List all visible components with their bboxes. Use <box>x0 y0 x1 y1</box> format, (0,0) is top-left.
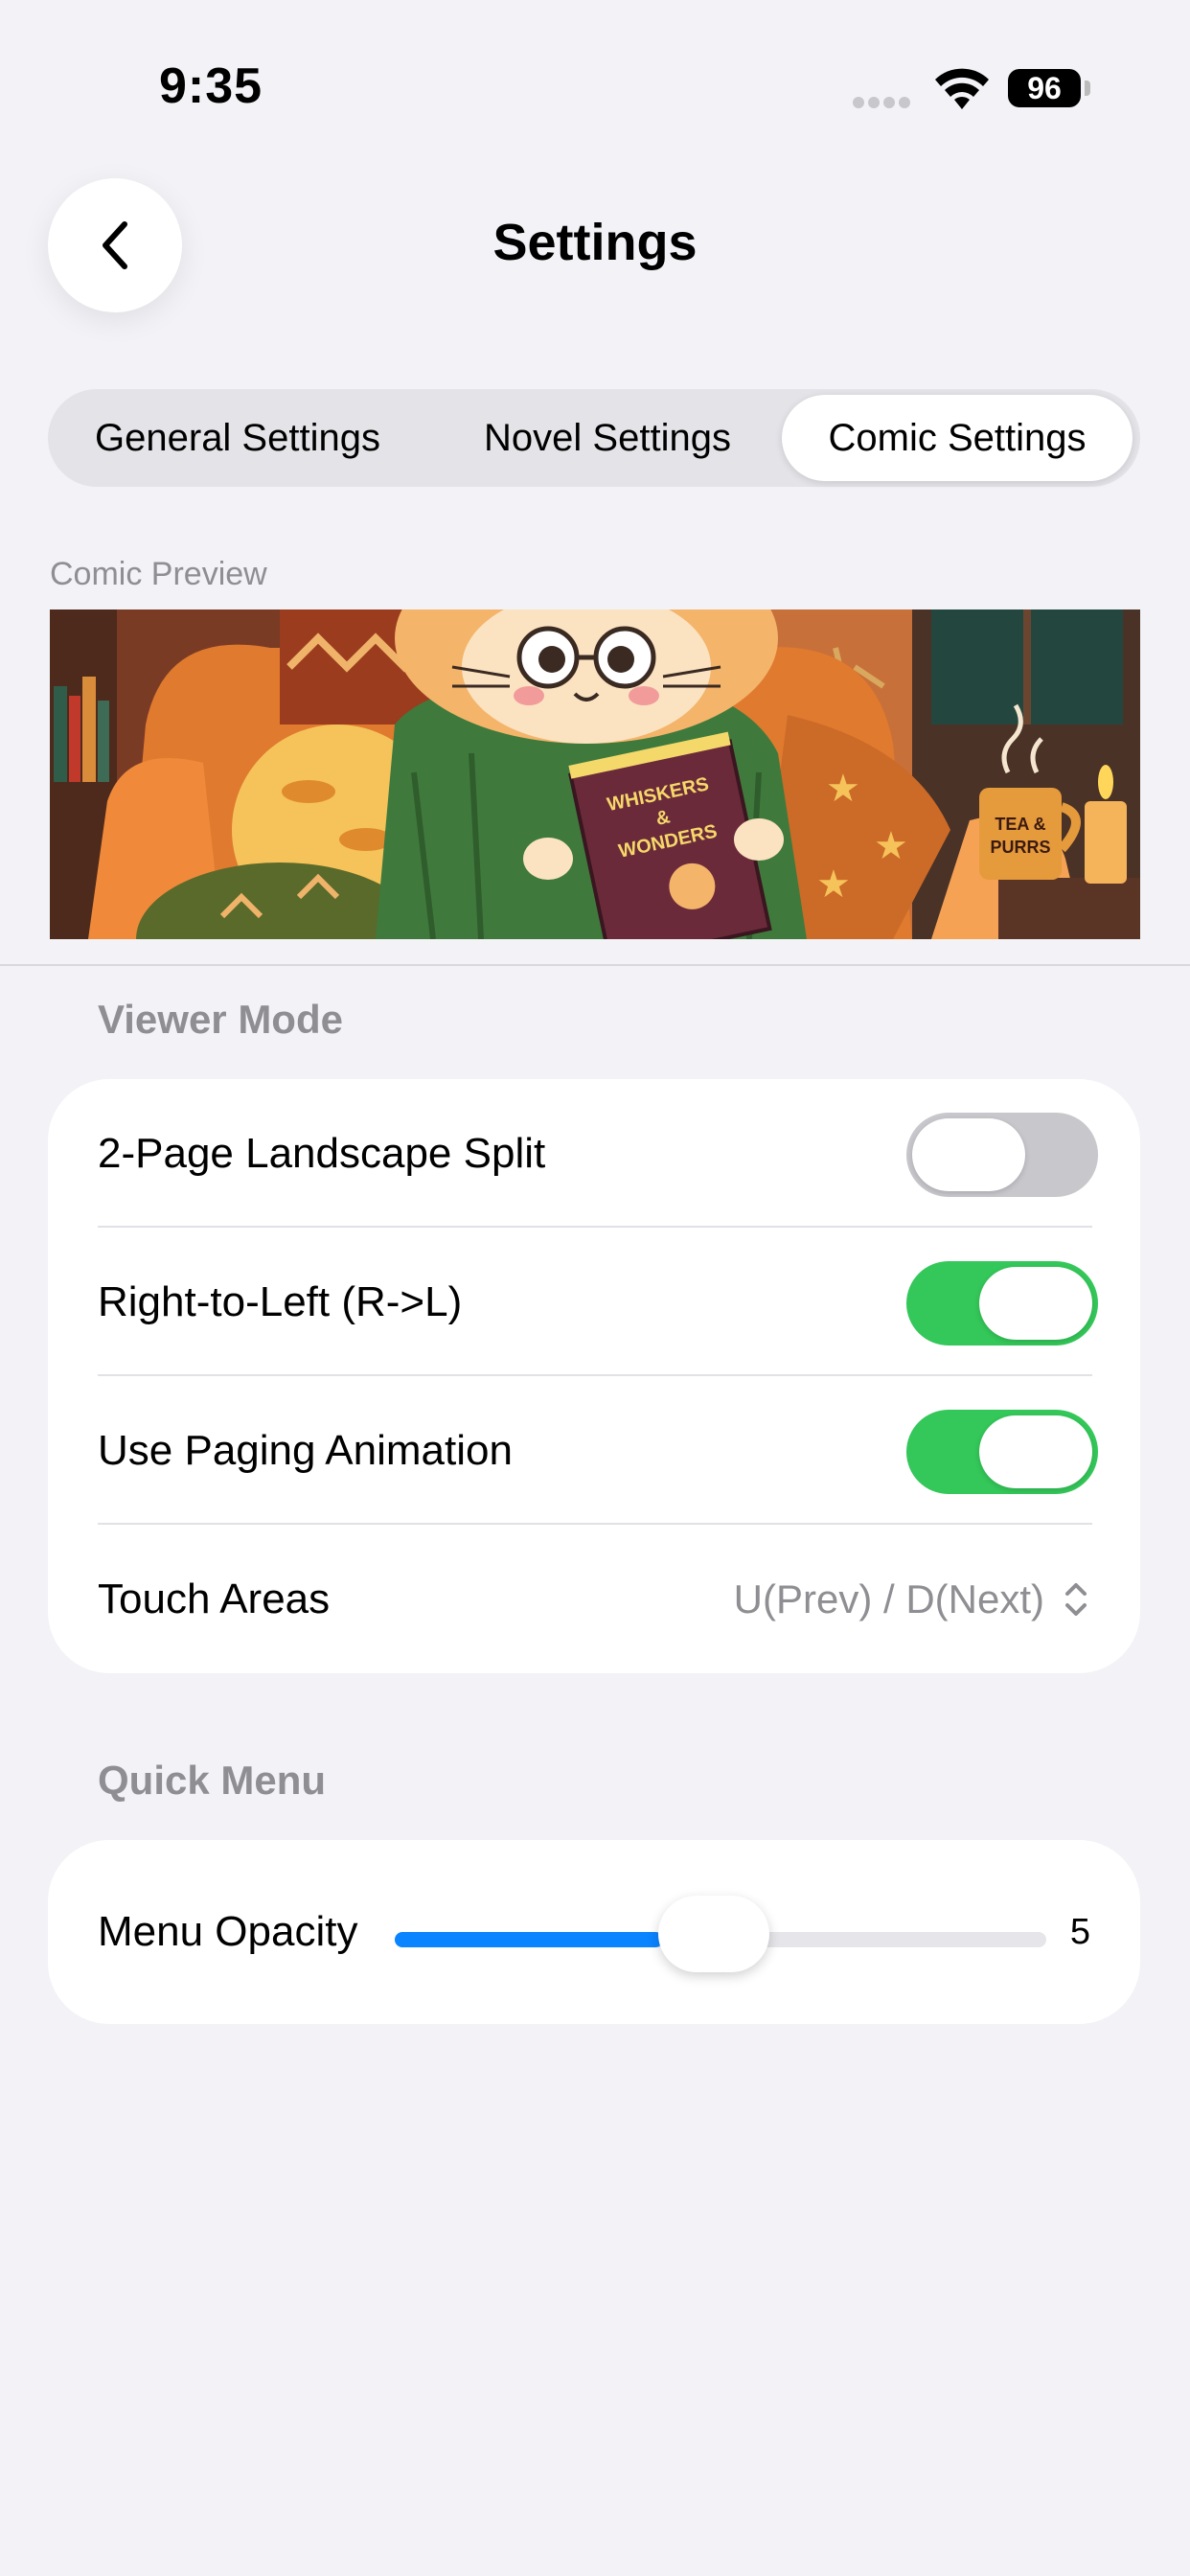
svg-text:★: ★ <box>816 862 851 907</box>
paging-animation-label: Use Paging Animation <box>98 1427 513 1474</box>
menu-opacity-slider-thumb[interactable] <box>658 1896 769 1972</box>
two-page-split-toggle[interactable] <box>906 1113 1098 1197</box>
row-touch-areas[interactable]: Touch Areas U(Prev) / D(Next) <box>48 1525 1140 1673</box>
tab-comic-settings[interactable]: Comic Settings <box>782 395 1133 481</box>
paging-animation-toggle[interactable] <box>906 1410 1098 1494</box>
page-title: Settings <box>492 214 698 271</box>
row-right-to-left: Right-to-Left (R->L) <box>48 1228 1140 1376</box>
menu-opacity-label: Menu Opacity <box>98 1908 358 1955</box>
touch-areas-value[interactable]: U(Prev) / D(Next) <box>734 1525 1044 1673</box>
quick-menu-header: Quick Menu <box>98 1758 327 1803</box>
svg-text:★: ★ <box>874 824 908 868</box>
section-divider <box>0 964 1190 966</box>
menu-opacity-value: 5 <box>1069 1912 1090 1952</box>
tab-general-settings[interactable]: General Settings <box>56 395 420 481</box>
mug-text-line-2: PURRS <box>990 838 1050 857</box>
battery-icon: 96 <box>1008 69 1081 107</box>
row-paging-animation: Use Paging Animation <box>48 1376 1140 1525</box>
chevron-up-down-icon <box>1065 1583 1087 1616</box>
quick-menu-card: Menu Opacity 5 <box>48 1840 1140 2024</box>
right-to-left-label: Right-to-Left (R->L) <box>98 1278 463 1325</box>
settings-tabs: General Settings Novel Settings Comic Se… <box>48 389 1140 487</box>
preview-label: Comic Preview <box>50 556 267 592</box>
status-time: 9:35 <box>159 58 263 114</box>
toggle-knob <box>979 1267 1092 1340</box>
toggle-knob <box>979 1415 1092 1488</box>
battery-tip <box>1085 80 1090 96</box>
mug-text-line-1: TEA & <box>995 815 1045 834</box>
cat-reading-illustration: ★ ★ ★ WHISKERS & WONDERS TEA & PURRS <box>50 610 1140 939</box>
cellular-signal-icon <box>853 97 910 108</box>
svg-text:★: ★ <box>826 767 860 811</box>
touch-areas-label: Touch Areas <box>98 1576 331 1622</box>
tab-novel-settings[interactable]: Novel Settings <box>425 395 790 481</box>
row-two-page-split: 2-Page Landscape Split <box>48 1079 1140 1228</box>
wifi-icon <box>935 68 989 109</box>
comic-preview-image: ★ ★ ★ WHISKERS & WONDERS TEA & PURRS <box>50 610 1140 939</box>
viewer-mode-header: Viewer Mode <box>98 997 343 1042</box>
status-bar: 9:35 96 <box>0 0 1190 172</box>
two-page-split-label: 2-Page Landscape Split <box>98 1130 546 1177</box>
toggle-knob <box>912 1118 1025 1191</box>
viewer-mode-card: 2-Page Landscape Split Right-to-Left (R-… <box>48 1079 1140 1673</box>
settings-screen: 9:35 96 Settings General Settings Novel … <box>0 0 1190 2576</box>
menu-opacity-slider-fill <box>395 1932 663 1947</box>
right-to-left-toggle[interactable] <box>906 1261 1098 1346</box>
